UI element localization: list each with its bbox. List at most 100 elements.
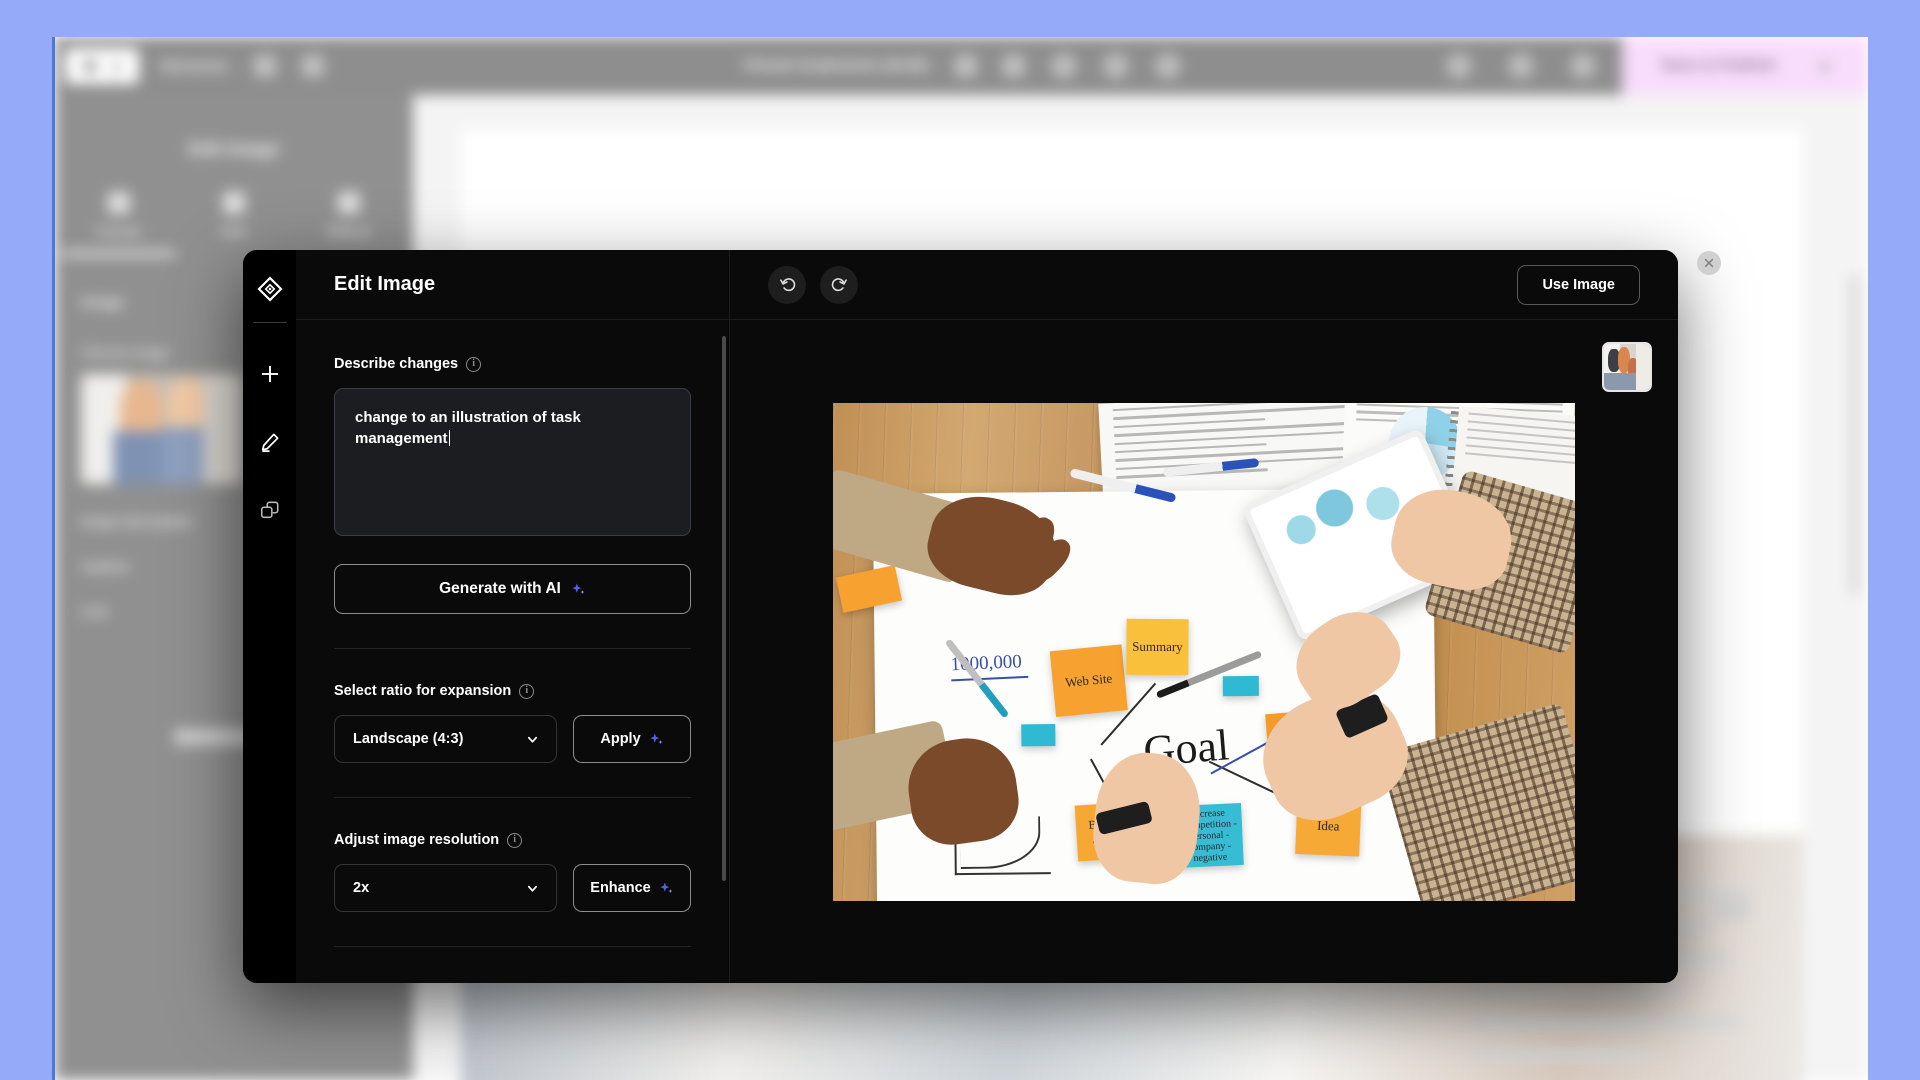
tab-effects-label: Effects xyxy=(327,224,371,239)
person-icon xyxy=(338,192,361,214)
rail-button-edit[interactable] xyxy=(253,425,287,459)
topbar-center-group: Virtual treatments (draft) xyxy=(742,53,1181,79)
sparkle-icon xyxy=(649,733,663,744)
resolution-label-row: Adjust image resolution i xyxy=(334,832,691,848)
profile-icon[interactable] xyxy=(1570,53,1596,79)
image-thumbnail[interactable] xyxy=(81,374,243,484)
document-scrollbar[interactable] xyxy=(1851,275,1858,595)
use-image-button[interactable]: Use Image xyxy=(1517,264,1640,305)
settings-icon[interactable] xyxy=(1154,53,1181,79)
row-link-label: Link xyxy=(81,604,108,619)
topbar-right-group: Save & Publish xyxy=(1446,37,1868,95)
plus-icon xyxy=(261,366,278,382)
document-title[interactable]: Virtual treatments (draft) xyxy=(742,57,928,75)
search-icon[interactable] xyxy=(1446,53,1472,79)
left-panel-tabs: Format Edit Effects xyxy=(55,192,413,239)
topbar-right-icons xyxy=(1446,53,1596,79)
info-icon[interactable]: i xyxy=(466,356,482,372)
redo-button[interactable] xyxy=(820,265,858,304)
modal-icon-rail xyxy=(243,250,296,983)
describe-changes-label: Describe changes xyxy=(334,356,459,372)
edit-image-modal: Edit Image Describe changes i change to … xyxy=(243,250,1678,983)
apply-ratio-label: Apply xyxy=(600,731,641,747)
resolution-controls-row: 2x Enhance xyxy=(334,864,691,912)
help-icon[interactable] xyxy=(1508,53,1534,79)
sparkle-icon xyxy=(572,583,585,594)
tab-active-underline xyxy=(61,251,176,256)
search-icon[interactable] xyxy=(253,55,276,77)
panel-divider-3 xyxy=(334,946,691,947)
save-and-publish-button[interactable]: Save & Publish xyxy=(1622,37,1868,95)
pencil-icon xyxy=(107,192,130,214)
close-icon xyxy=(1704,258,1714,268)
sticky-note-teal xyxy=(1222,675,1259,696)
modal-header: Edit Image xyxy=(296,250,729,320)
panel-divider-2 xyxy=(334,797,691,798)
apply-ratio-button[interactable]: Apply xyxy=(573,715,691,763)
ratio-label-row: Select ratio for expansion i xyxy=(334,683,691,699)
chevron-down-icon xyxy=(527,736,538,743)
grid-icon[interactable] xyxy=(301,55,324,77)
chevron-down-icon xyxy=(1820,61,1830,71)
page-icon[interactable] xyxy=(1002,55,1025,77)
enhance-label: Enhance xyxy=(590,880,651,896)
sticky-note-summary: Summary xyxy=(1126,618,1189,675)
diamond-logo-icon xyxy=(255,274,285,304)
panel-scrollbar[interactable] xyxy=(722,336,726,881)
tab-format-label: Format xyxy=(96,224,141,239)
present-icon[interactable] xyxy=(1102,53,1129,79)
modal-panel-body: Describe changes i change to an illustra… xyxy=(296,320,729,983)
resolution-label: Adjust image resolution xyxy=(334,832,500,848)
app-logo[interactable] xyxy=(65,48,139,84)
save-and-publish-label: Save & Publish xyxy=(1660,57,1777,74)
tab-edit-label: Edit xyxy=(221,224,247,239)
chevron-down-icon xyxy=(112,61,122,71)
person-icon xyxy=(222,192,245,214)
tab-format[interactable]: Format xyxy=(61,192,176,239)
ratio-controls-row: Landscape (4:3) Apply xyxy=(334,715,691,763)
row-caption-label: Caption xyxy=(81,559,130,574)
ratio-label: Select ratio for expansion xyxy=(334,683,512,699)
undo-button[interactable] xyxy=(768,265,806,304)
rail-divider xyxy=(252,322,287,323)
ratio-select-value: Landscape (4:3) xyxy=(353,731,464,747)
chevron-down-icon xyxy=(527,885,538,892)
preview-toolbar: Use Image xyxy=(730,250,1678,320)
enhance-button[interactable]: Enhance xyxy=(573,864,691,912)
rail-button-add[interactable] xyxy=(253,357,287,391)
tab-effects[interactable]: Effects xyxy=(292,192,407,239)
chevron-down-icon[interactable] xyxy=(954,55,977,77)
close-modal-button[interactable] xyxy=(1697,251,1721,275)
resolution-select[interactable]: 2x xyxy=(334,864,557,912)
modal-settings-panel: Edit Image Describe changes i change to … xyxy=(296,250,730,983)
logo-icon xyxy=(82,59,97,73)
generate-with-ai-label: Generate with AI xyxy=(439,580,561,597)
pencil-icon xyxy=(261,432,279,452)
modal-preview-area: Use Image 1000,000 Goal Web Site Summary… xyxy=(730,250,1678,983)
use-image-label: Use Image xyxy=(1542,276,1615,293)
panel-divider-1 xyxy=(334,648,691,649)
sparkle-icon xyxy=(660,882,673,893)
image-version-thumbnail[interactable] xyxy=(1602,342,1652,392)
preview-image[interactable]: 1000,000 Goal Web Site Summary Page Idea… xyxy=(833,402,1575,901)
topbar-menu-elements[interactable]: Elements xyxy=(161,58,228,75)
text-caret xyxy=(448,430,451,447)
generate-with-ai-button[interactable]: Generate with AI xyxy=(334,564,691,614)
resolution-select-value: 2x xyxy=(353,880,370,896)
rail-button-layers[interactable] xyxy=(253,493,287,527)
info-icon[interactable]: i xyxy=(519,683,535,699)
describe-changes-label-row: Describe changes i xyxy=(334,356,691,372)
layers-icon xyxy=(260,501,278,519)
tab-edit[interactable]: Edit xyxy=(176,192,291,239)
left-panel-title: Edit Image xyxy=(188,139,280,159)
modal-title: Edit Image xyxy=(334,273,436,295)
undo-icon xyxy=(779,278,795,292)
info-icon[interactable]: i xyxy=(507,832,523,848)
sticky-note-teal xyxy=(1021,723,1056,746)
describe-changes-input[interactable]: change to an illustration of task manage… xyxy=(334,388,691,536)
preview-stage: 1000,000 Goal Web Site Summary Page Idea… xyxy=(730,320,1678,983)
ratio-select[interactable]: Landscape (4:3) xyxy=(334,715,557,763)
comment-icon[interactable] xyxy=(1050,53,1077,79)
describe-changes-value: change to an illustration of task manage… xyxy=(355,409,581,448)
app-topbar: Elements Virtual treatments (draft) Save xyxy=(55,37,1868,95)
